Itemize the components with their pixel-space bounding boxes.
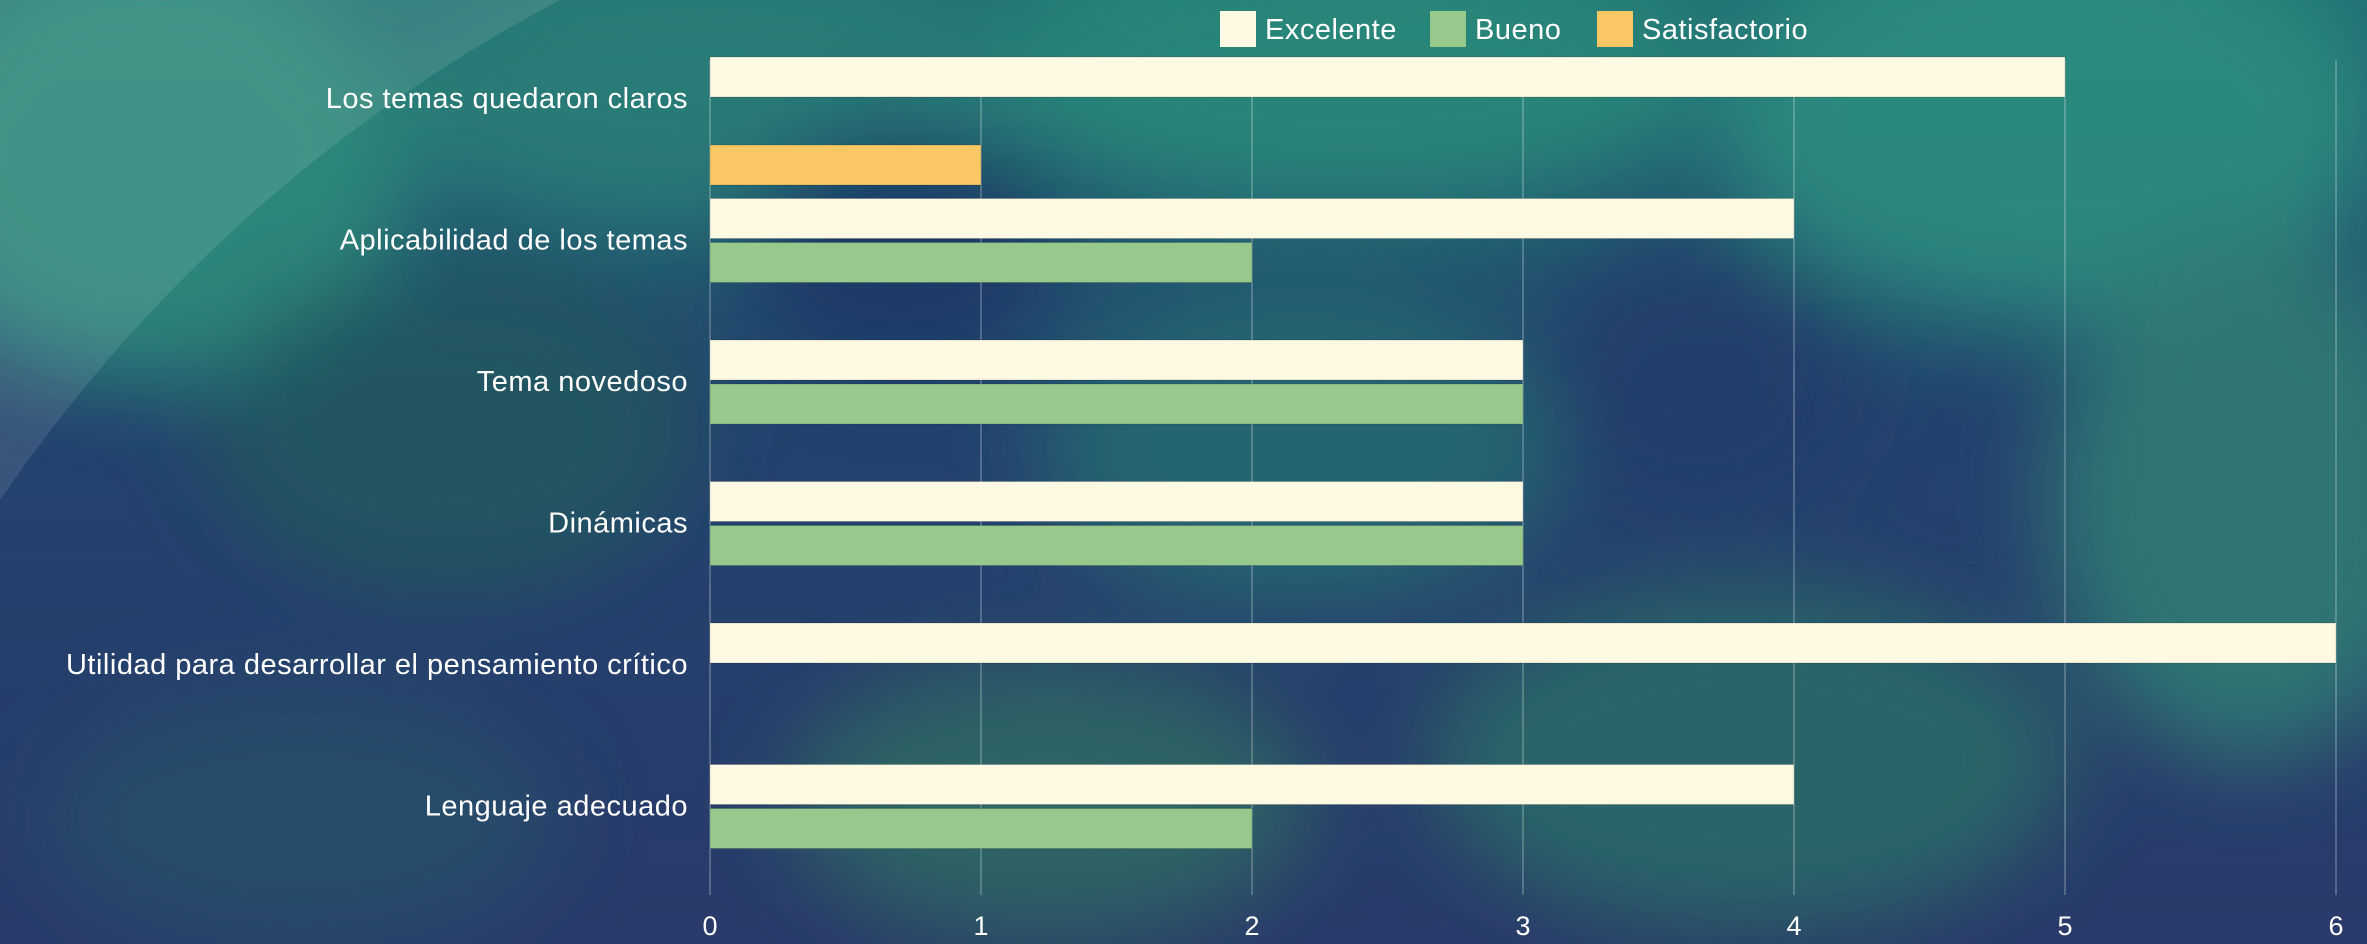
legend-label-bueno: Bueno (1475, 14, 1561, 46)
legend-swatch-bueno (1430, 11, 1466, 47)
bar-excelente-5 (709, 764, 1795, 805)
bar-excelente-2 (709, 339, 1524, 381)
bar-excelente-4 (709, 622, 2337, 664)
bar-excelente-3 (709, 481, 1524, 522)
category-label: Dinámicas (548, 508, 688, 540)
bar-excelente-0 (709, 56, 2066, 98)
legend-label-satisfactorio: Satisfactorio (1642, 14, 1808, 46)
category-label: Los temas quedaron claros (326, 83, 688, 115)
x-tick-label: 0 (702, 911, 717, 941)
x-tick-label: 6 (2328, 911, 2343, 941)
category-label: Tema novedoso (477, 366, 688, 398)
category-label: Lenguaje adecuado (425, 791, 688, 823)
legend-swatch-satisfactorio (1597, 11, 1633, 47)
bar-satisfactorio-0 (709, 144, 982, 186)
legend-swatch-excelente (1220, 11, 1256, 47)
bar-bueno-5 (709, 808, 1253, 849)
x-tick-label: 5 (2057, 911, 2072, 941)
bar-chart: Los temas quedaron claros Aplicabilidad d… (66, 11, 2344, 941)
category-labels: Los temas quedaron claros Aplicabilidad d… (66, 83, 688, 823)
category-label: Utilidad para desarrollar el pensamiento… (66, 649, 688, 681)
category-label: Aplicabilidad de los temas (340, 225, 688, 257)
x-tick-label: 1 (973, 911, 988, 941)
x-tick-label: 2 (1244, 911, 1259, 941)
legend: Excelente Bueno Satisfactorio (1220, 11, 1808, 47)
chart-stage: Los temas quedaron claros Aplicabilidad d… (0, 0, 2367, 944)
legend-label-excelente: Excelente (1265, 14, 1397, 46)
bar-bueno-2 (709, 383, 1524, 425)
bar-bueno-3 (709, 525, 1524, 566)
bar-excelente-1 (709, 198, 1795, 239)
bar-bueno-1 (709, 242, 1253, 283)
x-axis-ticks: 0 1 2 3 4 5 6 (702, 911, 2343, 941)
x-tick-label: 4 (1786, 911, 1801, 941)
x-tick-label: 3 (1515, 911, 1530, 941)
